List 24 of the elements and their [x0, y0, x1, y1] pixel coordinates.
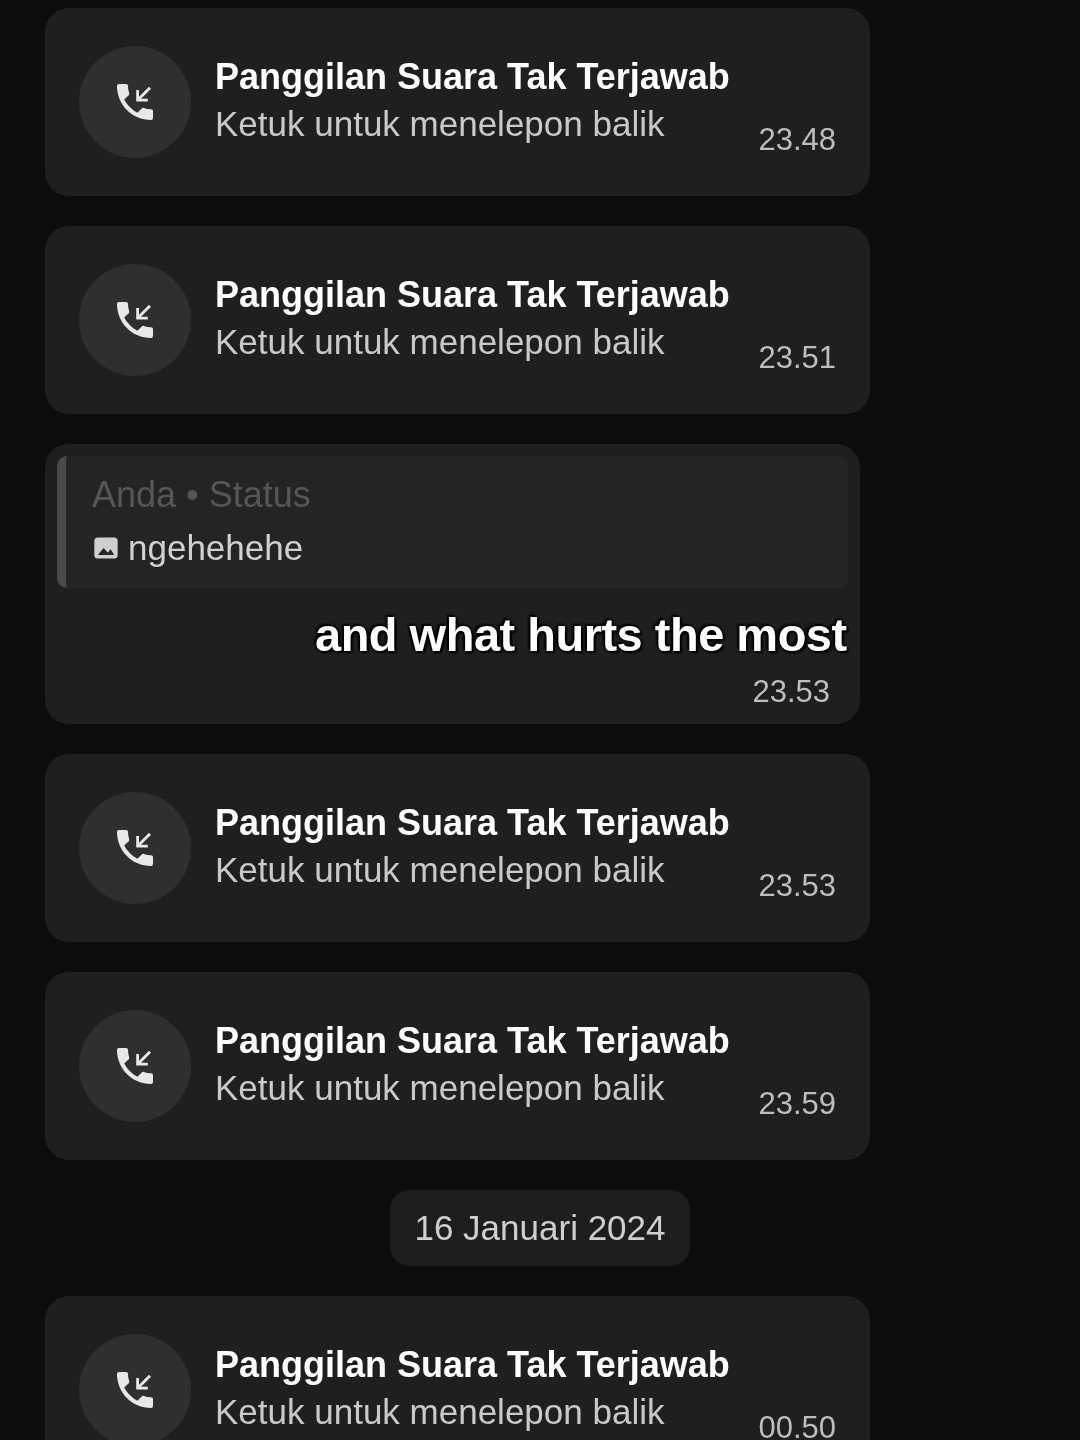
missed-call-bubble[interactable]: Panggilan Suara Tak Terjawab Ketuk untuk menelepon balik 23.53: [45, 754, 870, 942]
call-subtitle: Ketuk untuk menelepon balik: [215, 850, 666, 890]
message-time: 23.51: [758, 340, 836, 376]
call-title: Panggilan Suara Tak Terjawab: [215, 1344, 730, 1386]
missed-call-bubble[interactable]: Panggilan Suara Tak Terjawab Ketuk untuk menelepon balik 23.51: [45, 226, 870, 414]
call-subtitle: Ketuk untuk menelepon balik: [215, 104, 666, 144]
message-time: 00.50: [758, 1410, 836, 1440]
call-title: Panggilan Suara Tak Terjawab: [215, 274, 730, 316]
missed-call-bubble[interactable]: Panggilan Suara Tak Terjawab Ketuk untuk menelepon balik 00.50: [45, 1296, 870, 1440]
call-title: Panggilan Suara Tak Terjawab: [215, 56, 730, 98]
missed-call-bubble[interactable]: Panggilan Suara Tak Terjawab Ketuk untuk menelepon balik 23.59: [45, 972, 870, 1160]
message-time: 23.53: [752, 674, 830, 710]
date-chip: 16 Januari 2024: [390, 1190, 690, 1266]
call-subtitle: Ketuk untuk menelepon balik: [215, 1392, 666, 1432]
message-time: 23.59: [758, 1086, 836, 1122]
call-title: Panggilan Suara Tak Terjawab: [215, 802, 730, 844]
call-subtitle: Ketuk untuk menelepon balik: [215, 1068, 666, 1108]
message-time: 23.53: [758, 868, 836, 904]
video-caption: and what hurts the most: [315, 607, 847, 662]
message-time: 23.48: [758, 122, 836, 158]
call-title: Panggilan Suara Tak Terjawab: [215, 1020, 730, 1062]
call-subtitle: Ketuk untuk menelepon balik: [215, 322, 666, 362]
quote-text: ngehehehe: [128, 528, 304, 568]
missed-call-bubble[interactable]: Panggilan Suara Tak Terjawab Ketuk untuk menelepon balik 23.48: [45, 8, 870, 196]
